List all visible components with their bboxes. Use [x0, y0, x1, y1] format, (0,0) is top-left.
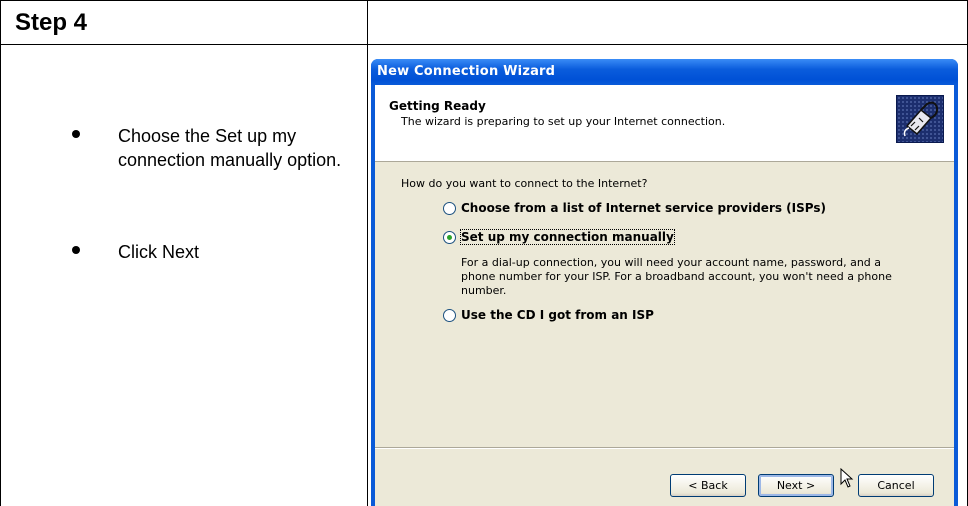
connection-question: How do you want to connect to the Intern…: [401, 177, 648, 190]
instruction-text: Choose the Set up my connection manually…: [118, 126, 342, 170]
wizard-window: New Connection Wizard Getting Ready The …: [371, 59, 958, 506]
table-divider-horizontal: [0, 44, 968, 45]
next-button[interactable]: Next >: [758, 474, 834, 497]
mouse-pointer-icon: [840, 468, 854, 488]
cancel-button[interactable]: Cancel: [858, 474, 934, 497]
wizard-header: Getting Ready The wizard is preparing to…: [375, 85, 954, 162]
radio-button[interactable]: [443, 202, 456, 215]
bullet-icon: [72, 130, 80, 138]
window-titlebar[interactable]: New Connection Wizard: [371, 59, 958, 85]
radio-button[interactable]: [443, 309, 456, 322]
table-border-top: [0, 0, 968, 1]
instruction-text: Click Next: [118, 242, 200, 262]
window-title: New Connection Wizard: [377, 64, 556, 79]
internet-connection-icon: [896, 95, 944, 143]
table-divider-vertical: [367, 0, 368, 506]
wizard-client-area: Getting Ready The wizard is preparing to…: [375, 85, 954, 506]
radio-button-selected[interactable]: [443, 231, 456, 244]
button-separator: [375, 447, 954, 449]
option-label[interactable]: Choose from a list of Internet service p…: [461, 201, 826, 215]
bullet-icon: [72, 246, 80, 254]
table-border-left: [0, 0, 1, 506]
wizard-header-subtitle: The wizard is preparing to set up your I…: [401, 115, 726, 128]
wizard-header-title: Getting Ready: [389, 99, 486, 113]
manual-setup-description: For a dial-up connection, you will need …: [461, 256, 892, 297]
back-button[interactable]: < Back: [670, 474, 746, 497]
option-label[interactable]: Use the CD I got from an ISP: [461, 308, 654, 322]
option-label[interactable]: Set up my connection manually: [460, 229, 675, 245]
step-title: Step 4: [15, 9, 88, 36]
